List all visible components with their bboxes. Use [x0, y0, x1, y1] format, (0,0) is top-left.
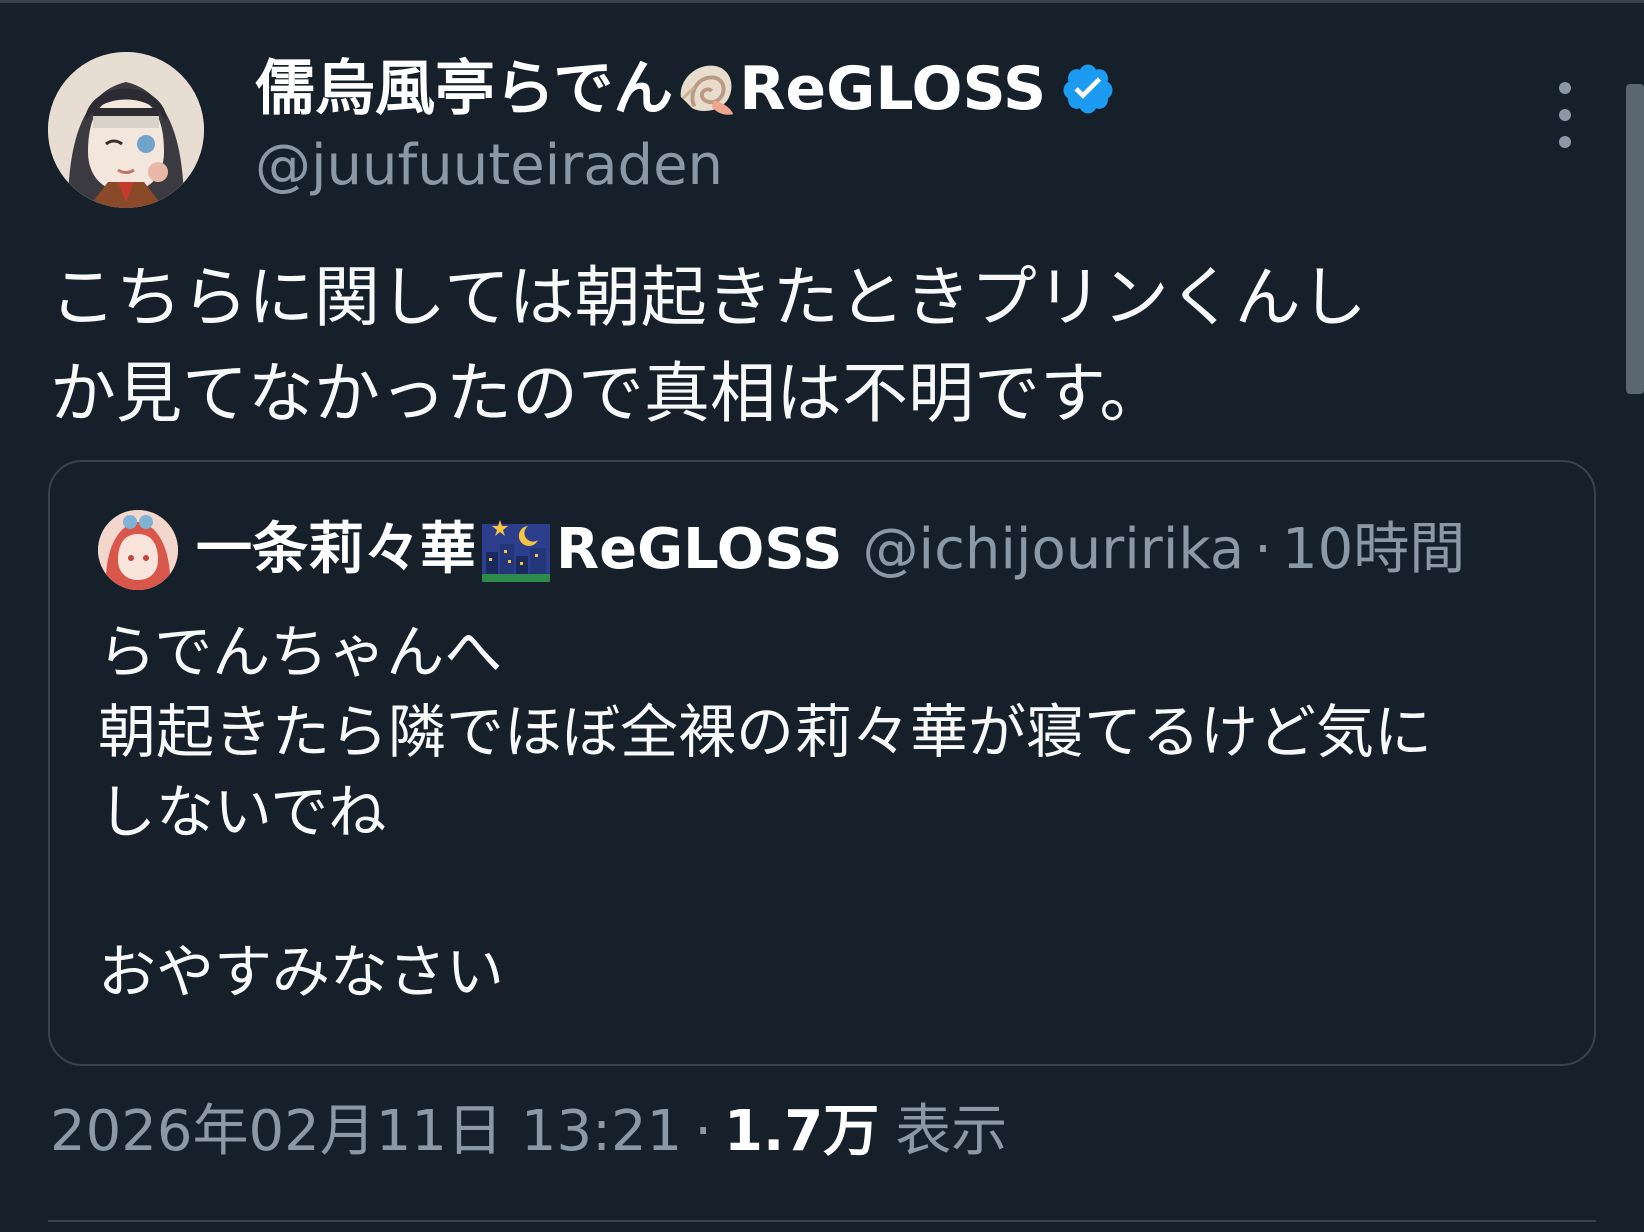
quoted-tweet-time[interactable]: 10時間	[1282, 522, 1465, 578]
quoted-tweet-text: らでんちゃんへ 朝起きたら隣でほぼ全裸の莉々華が寝てるけど気に しないでね おや…	[98, 618, 1433, 1006]
quoted-author-avatar[interactable]	[98, 510, 178, 590]
tweet-timestamp[interactable]: 2026年02月11日 13:21	[50, 1104, 682, 1160]
quoted-tweet-card[interactable]: 一条莉々華 ReGLOSS @ichijouririka · 10時間 らでんち…	[48, 460, 1596, 1066]
author-handle[interactable]: @juufuuteiraden	[255, 138, 723, 194]
night-city-icon	[482, 520, 550, 582]
view-count-label: 表示	[895, 1099, 1008, 1164]
quoted-author-name-suffix: ReGLOSS	[556, 517, 843, 582]
dot-separator: ·	[1254, 517, 1272, 582]
tweet: 儒烏風亭らでん ReGLOSS @juufuuteiraden こちらに関しては…	[0, 0, 1644, 1232]
more-dot-icon	[1559, 109, 1571, 121]
quoted-avatar-image	[98, 510, 178, 590]
quoted-tweet-header: 一条莉々華 ReGLOSS @ichijouririka · 10時間	[196, 514, 1465, 586]
author-avatar-image	[48, 52, 204, 208]
spiral-shell-icon	[680, 65, 734, 115]
tweet-text: こちらに関しては朝起きたときプリンくんし か見てなかったので真相は不明です。	[50, 259, 1367, 432]
quoted-author-handle[interactable]: @ichijouririka	[863, 522, 1245, 578]
verified-badge-icon[interactable]	[1060, 61, 1116, 117]
author-name-text: 儒烏風亭らでん	[255, 54, 674, 124]
view-count[interactable]: 1.7万	[724, 1104, 879, 1160]
more-options-button[interactable]	[1545, 82, 1585, 148]
more-dot-icon	[1559, 136, 1571, 148]
author-display-name[interactable]: 儒烏風亭らでん ReGLOSS	[255, 58, 1116, 120]
author-avatar[interactable]	[48, 52, 204, 208]
more-dot-icon	[1559, 82, 1571, 94]
dot-separator: ·	[694, 1099, 713, 1164]
quoted-author-name-text: 一条莉々華	[196, 517, 476, 582]
tweet-meta: 2026年02月11日 13:21 · 1.7万 表示	[50, 1104, 1007, 1160]
bottom-divider	[48, 1220, 1596, 1222]
author-name-suffix: ReGLOSS	[739, 54, 1047, 124]
quoted-author-display-name[interactable]: 一条莉々華 ReGLOSS	[196, 514, 843, 586]
